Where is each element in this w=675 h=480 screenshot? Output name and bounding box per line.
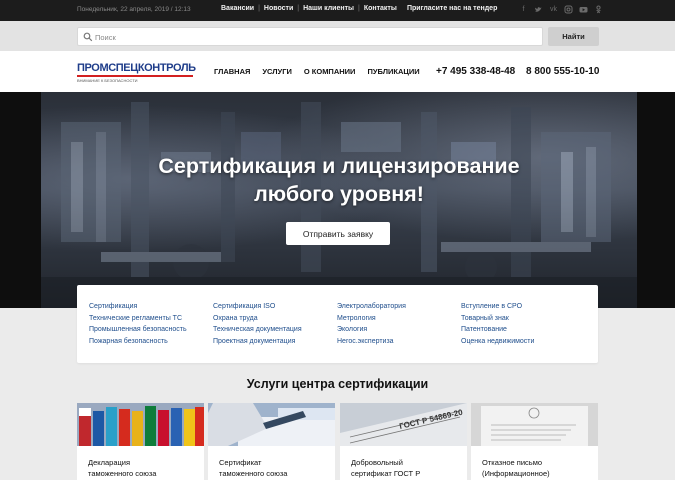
link-tech-regulations[interactable]: Технические регламенты ТС (89, 313, 187, 325)
flags-image (77, 403, 204, 446)
instagram-icon[interactable] (564, 5, 573, 14)
tender-invite-link[interactable]: Пригласите нас на тендер (407, 5, 497, 12)
hero-title: Сертификация и лицензирование любого уро… (41, 152, 637, 208)
link-real-estate[interactable]: Оценка недвижимости (461, 336, 534, 348)
link-metrology[interactable]: Метрология (337, 313, 406, 325)
link-iso[interactable]: Сертификация ISO (213, 301, 302, 313)
hero-side-left (0, 92, 41, 308)
phone-free[interactable]: 8 800 555-10-10 (526, 66, 599, 77)
ok-icon[interactable] (594, 5, 603, 14)
service-card-declaration[interactable]: Декларация таможенного союза (77, 403, 204, 480)
top-nav: Вакансии | Новости | Наши клиенты | Контакты (221, 5, 397, 12)
links-column-4: Вступление в СРО Товарный знак Патентова… (461, 301, 534, 347)
send-request-button[interactable]: Отправить заявку (286, 222, 390, 245)
services-links-panel: Сертификация Технические регламенты ТС П… (77, 285, 598, 363)
nav-services[interactable]: УСЛУГИ (262, 67, 291, 76)
link-sro[interactable]: Вступление в СРО (461, 301, 534, 313)
top-nav-vacancies[interactable]: Вакансии (221, 5, 254, 12)
vk-icon[interactable]: vk (549, 5, 558, 14)
search-icon (83, 32, 93, 42)
links-column-2: Сертификация ISO Охрана труда Техническа… (213, 301, 302, 347)
card-title-line2: (Информационное) (482, 469, 550, 478)
links-column-1: Сертификация Технические регламенты ТС П… (89, 301, 187, 347)
link-project-docs[interactable]: Проектная документация (213, 336, 302, 348)
hero-title-line1: Сертификация и лицензирование (158, 154, 520, 178)
logo-name: ПРОМСПЕЦКОНТРОЛЬ (77, 63, 196, 77)
section-title: Услуги центра сертификации (246, 377, 429, 391)
card-title-line1: Добровольный (351, 458, 403, 467)
service-card-refusal-letter[interactable]: Отказное письмо (Информационное) (471, 403, 598, 480)
hero-title-line2: любого уровня! (254, 182, 424, 206)
card-title-line1: Сертификат (219, 458, 262, 467)
card-title-line1: Отказное письмо (482, 458, 543, 467)
link-electrolab[interactable]: Электролаборатория (337, 301, 406, 313)
search-button[interactable]: Найти (548, 27, 599, 46)
link-tech-docs[interactable]: Техническая документация (213, 324, 302, 336)
site-header: ПРОМСПЕЦКОНТРОЛЬ ВНИМАНИЕ К БЕЗОПАСНОСТИ… (0, 51, 675, 92)
hero-banner: Сертификация и лицензирование любого уро… (41, 92, 637, 308)
youtube-icon[interactable] (579, 5, 588, 14)
link-trademark[interactable]: Товарный знак (461, 313, 534, 325)
hero-side-right (637, 92, 675, 308)
card-title-line2: таможенного союза (219, 469, 288, 478)
links-column-3: Электролаборатория Метрология Экология Н… (337, 301, 406, 347)
top-nav-news[interactable]: Новости (264, 5, 293, 12)
service-card-gost[interactable]: ГОСТ Р 54869-20 Добровольный сертификат … (340, 403, 467, 480)
letter-document-image (471, 403, 598, 446)
top-bar: Понедельник, 22 апреля, 2019 / 12:13 Вак… (0, 0, 675, 21)
twitter-icon[interactable] (534, 5, 543, 14)
link-fire-safety[interactable]: Пожарная безопасность (89, 336, 187, 348)
main-nav: ГЛАВНАЯ УСЛУГИ О КОМПАНИИ ПУБЛИКАЦИИ (214, 67, 432, 76)
search-bar: Найти (0, 21, 675, 51)
gost-document-image: ГОСТ Р 54869-20 (340, 403, 467, 446)
search-input[interactable] (95, 30, 535, 44)
link-patent[interactable]: Патентование (461, 324, 534, 336)
current-date: Понедельник, 22 апреля, 2019 / 12:13 (77, 6, 191, 13)
logo-tagline: ВНИМАНИЕ К БЕЗОПАСНОСТИ (77, 78, 138, 83)
separator: | (297, 5, 300, 12)
separator: | (258, 5, 260, 12)
social-icons: f vk (519, 5, 603, 14)
phone-moscow[interactable]: +7 495 338-48-48 (436, 66, 515, 77)
facebook-icon[interactable]: f (519, 5, 528, 14)
search-field (77, 27, 543, 46)
link-ecology[interactable]: Экология (337, 324, 406, 336)
top-nav-contacts[interactable]: Контакты (364, 5, 397, 12)
link-expertise[interactable]: Негос.экспертиза (337, 336, 406, 348)
link-labor-protection[interactable]: Охрана труда (213, 313, 302, 325)
nav-publications[interactable]: ПУБЛИКАЦИИ (367, 67, 419, 76)
separator: | (358, 5, 360, 12)
link-industrial-safety[interactable]: Промышленная безопасность (89, 324, 187, 336)
signing-document-image (208, 403, 335, 446)
link-certification[interactable]: Сертификация (89, 301, 187, 313)
nav-home[interactable]: ГЛАВНАЯ (214, 67, 250, 76)
card-title-line2: таможенного союза (88, 469, 157, 478)
card-title-line2: сертификат ГОСТ Р (351, 469, 421, 478)
company-logo[interactable]: ПРОМСПЕЦКОНТРОЛЬ ВНИМАНИЕ К БЕЗОПАСНОСТИ (77, 63, 196, 83)
service-card-certificate[interactable]: Сертификат таможенного союза (208, 403, 335, 480)
card-title-line1: Декларация (88, 458, 131, 467)
nav-about[interactable]: О КОМПАНИИ (304, 67, 356, 76)
top-nav-clients[interactable]: Наши клиенты (303, 5, 354, 12)
